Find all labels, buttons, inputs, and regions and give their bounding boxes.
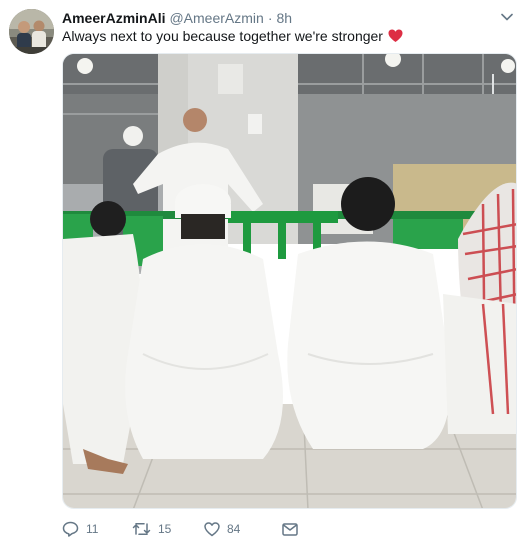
heart-outline-icon xyxy=(204,521,220,536)
red-heart-emoji-icon xyxy=(388,29,403,43)
retweet-button[interactable]: 15 xyxy=(132,522,204,536)
tweet-photo[interactable] xyxy=(62,53,517,509)
like-button[interactable]: 84 xyxy=(204,521,282,537)
timestamp[interactable]: 8h xyxy=(276,10,292,26)
retweet-icon xyxy=(132,523,151,535)
tweet-text-content: Always next to you because together we'r… xyxy=(62,28,383,44)
envelope-icon xyxy=(282,522,298,536)
retweet-count: 15 xyxy=(158,522,172,536)
separator-dot: · xyxy=(267,10,273,26)
reply-icon xyxy=(62,521,79,537)
reply-count: 11 xyxy=(86,522,99,536)
tweet[interactable]: AmeerAzminAli @AmeerAzmin · 8h Always ne… xyxy=(0,0,524,547)
tweet-header: AmeerAzminAli @AmeerAzmin · 8h xyxy=(62,10,504,28)
tweet-actions: 11 15 84 xyxy=(62,518,312,540)
like-count: 84 xyxy=(227,522,241,536)
user-handle[interactable]: @AmeerAzmin xyxy=(169,10,263,26)
reply-button[interactable]: 11 xyxy=(62,521,132,537)
tweet-text: Always next to you because together we'r… xyxy=(62,28,403,44)
chevron-down-icon[interactable] xyxy=(500,10,514,24)
display-name[interactable]: AmeerAzminAli xyxy=(62,10,165,26)
direct-message-button[interactable] xyxy=(282,522,312,536)
avatar[interactable] xyxy=(9,9,54,54)
